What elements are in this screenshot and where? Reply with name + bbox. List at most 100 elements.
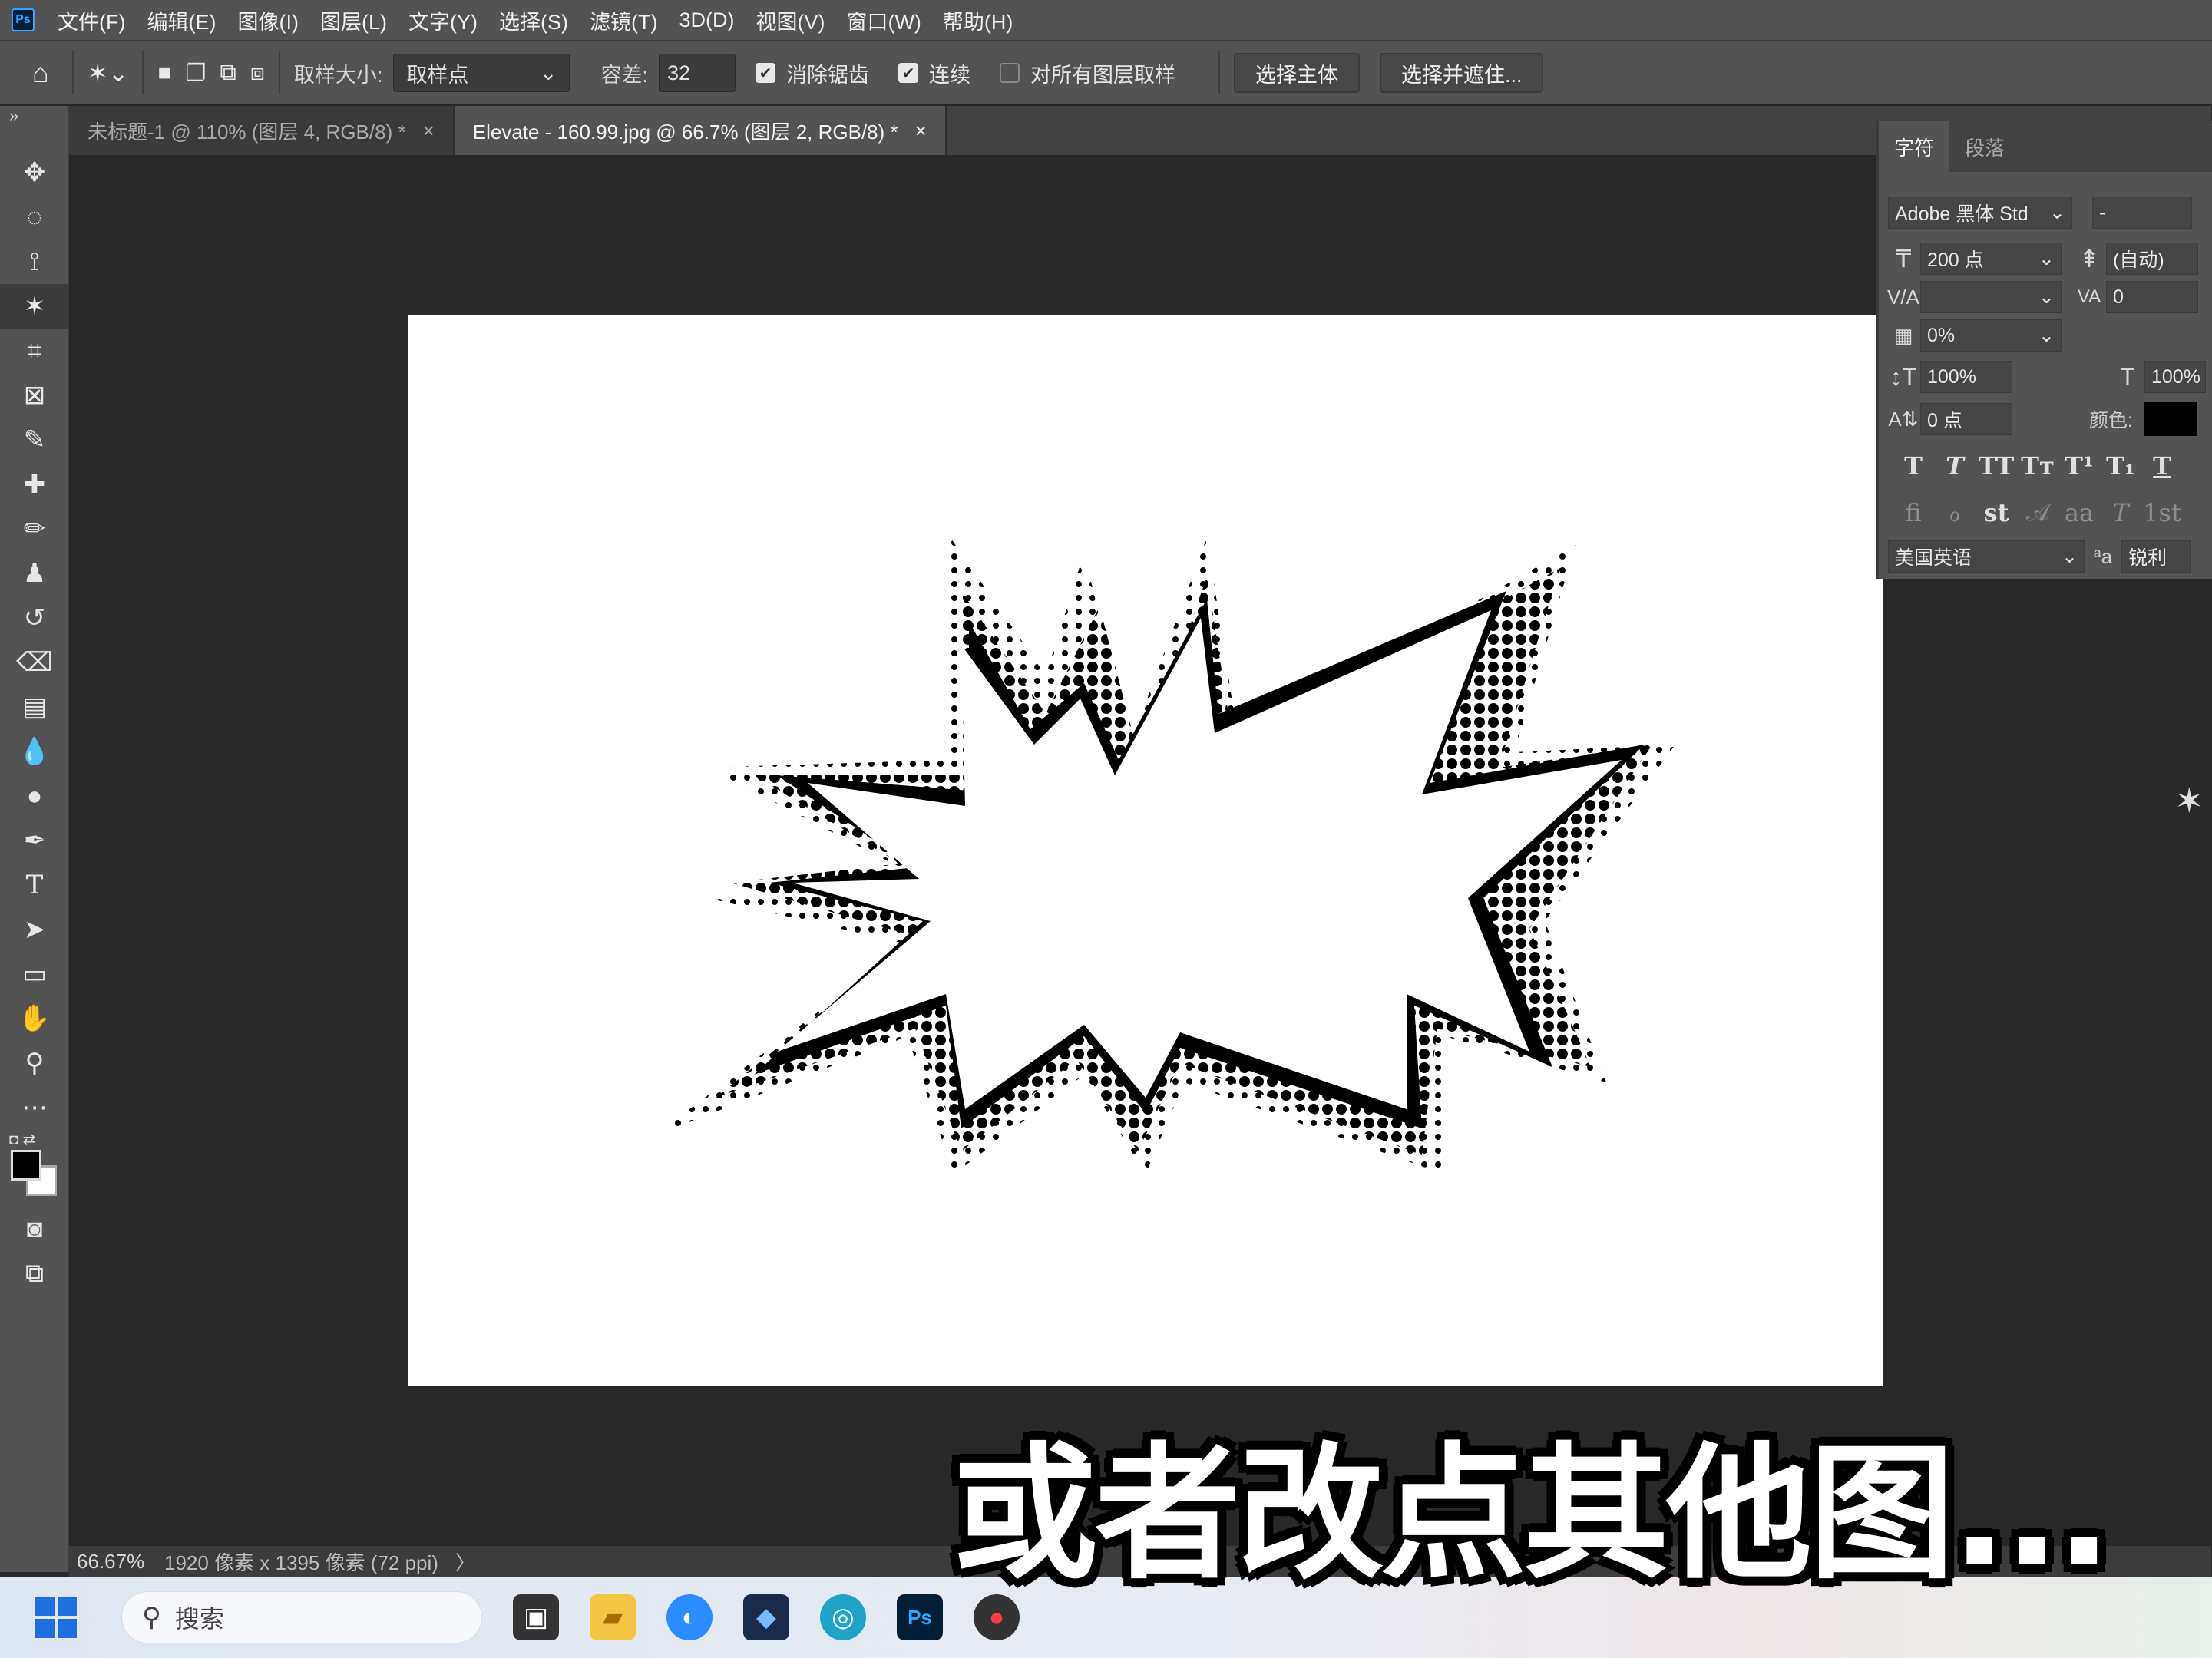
menu-window[interactable]: 窗口(W): [846, 5, 921, 35]
task-view-icon[interactable]: ▣: [513, 1594, 559, 1640]
blur-tool-icon[interactable]: 💧: [0, 729, 69, 774]
crop-tool-icon[interactable]: ⌗: [0, 329, 69, 373]
healing-brush-icon[interactable]: ✚: [0, 462, 69, 507]
anti-alias-checkbox[interactable]: ✔: [755, 63, 775, 83]
tab-character[interactable]: 字符: [1879, 121, 1950, 172]
close-icon[interactable]: ×: [423, 119, 435, 143]
home-icon[interactable]: ⌂: [32, 57, 49, 89]
tracking-select[interactable]: 0: [2106, 281, 2198, 313]
menu-image[interactable]: 图像(I): [237, 5, 298, 35]
old-style-icon[interactable]: ℴ: [1934, 498, 1976, 527]
sample-size-select[interactable]: 取样点 ⌄: [393, 54, 570, 92]
kerning-select[interactable]: ⌄: [1920, 281, 2062, 313]
expand-panel-icon[interactable]: »: [0, 106, 68, 150]
font-size-select[interactable]: 200 点 ⌄: [1920, 243, 2062, 275]
select-and-mask-button[interactable]: 选择并遮住...: [1379, 53, 1544, 93]
underline-icon[interactable]: T: [2141, 451, 2183, 481]
taskbar-search[interactable]: ⚲ 搜索: [121, 1591, 482, 1643]
frame-tool-icon[interactable]: ⊠: [0, 373, 69, 418]
small-caps-icon[interactable]: Tт: [2017, 451, 2058, 481]
menu-edit[interactable]: 编辑(E): [147, 5, 216, 35]
menu-view[interactable]: 视图(V): [756, 5, 825, 35]
windows-start-icon[interactable]: [35, 1597, 77, 1638]
magic-wand-tool-icon[interactable]: ✶: [0, 284, 69, 329]
horizontal-scale-input[interactable]: 100%: [2144, 361, 2206, 393]
faux-italic-icon[interactable]: T: [1934, 451, 1976, 481]
vertical-scale-input[interactable]: 100%: [1920, 361, 2012, 393]
lasso-tool-icon[interactable]: ⟟: [0, 239, 69, 284]
text-color-swatch[interactable]: [2143, 402, 2197, 436]
eraser-tool-icon[interactable]: ⌫: [0, 640, 69, 685]
pen-tool-icon[interactable]: ✒: [0, 818, 69, 863]
menu-filter[interactable]: 滤镜(T): [590, 5, 657, 35]
tsume-select[interactable]: 0% ⌄: [1920, 319, 2062, 352]
leading-select[interactable]: (自动): [2106, 243, 2198, 275]
browser-app-icon[interactable]: ◐: [666, 1594, 713, 1640]
contiguous-checkbox[interactable]: ✔: [898, 63, 918, 83]
tab-elevate[interactable]: Elevate - 160.99.jpg @ 66.7% (图层 2, RGB/…: [454, 106, 947, 155]
tracking-value: 0: [2113, 286, 2124, 308]
anti-alias-select[interactable]: 锐利: [2121, 540, 2191, 573]
intersect-selection-icon[interactable]: ⧈: [250, 60, 265, 86]
tolerance-input[interactable]: 32: [658, 54, 736, 92]
zoom-level[interactable]: 66.67%: [69, 1550, 154, 1574]
file-explorer-icon[interactable]: ▰: [590, 1594, 636, 1640]
ordinals-icon[interactable]: 1st: [2141, 498, 2183, 527]
menu-layer[interactable]: 图层(L): [320, 5, 387, 35]
document-canvas[interactable]: [408, 315, 1883, 1386]
move-tool-icon[interactable]: ✥: [0, 150, 69, 195]
rectangle-tool-icon[interactable]: ▭: [0, 952, 69, 996]
path-selection-icon[interactable]: ➤: [0, 907, 69, 952]
tab-untitled-1[interactable]: 未标题-1 @ 110% (图层 4, RGB/8) * ×: [69, 106, 455, 155]
foreground-color-swatch[interactable]: [11, 1150, 41, 1181]
tab-paragraph[interactable]: 段落: [1949, 121, 2020, 172]
all-layers-checkbox[interactable]: [999, 63, 1020, 83]
faux-bold-icon[interactable]: T: [1893, 451, 1934, 481]
language-value: 美国英语: [1895, 547, 1972, 569]
edge-browser-icon[interactable]: ◎: [820, 1594, 866, 1640]
cat-app-icon[interactable]: ◆: [743, 1594, 789, 1640]
menu-select[interactable]: 选择(S): [499, 5, 568, 35]
elliptical-marquee-icon[interactable]: ◌: [0, 195, 69, 239]
screen-mode-icon[interactable]: ⧉: [0, 1251, 69, 1296]
status-arrow-icon[interactable]: 〉: [455, 1547, 475, 1576]
discretionary-ligatures-icon[interactable]: st: [1976, 498, 2017, 527]
subscript-icon[interactable]: T₁: [2100, 451, 2141, 481]
clone-stamp-icon[interactable]: ♟: [0, 551, 69, 596]
menu-3d[interactable]: 3D(D): [679, 8, 734, 32]
all-caps-icon[interactable]: TT: [1976, 451, 2017, 481]
zoom-tool-icon[interactable]: ⚲: [0, 1041, 69, 1085]
photoshop-taskbar-icon[interactable]: Ps: [897, 1594, 943, 1640]
gradient-tool-icon[interactable]: ▤: [0, 685, 69, 729]
eyedropper-tool-icon[interactable]: ✎: [0, 418, 69, 462]
select-subject-button[interactable]: 选择主体: [1233, 53, 1360, 93]
font-family-select[interactable]: Adobe 黑体 Std ⌄: [1888, 197, 2072, 229]
close-icon[interactable]: ×: [915, 119, 927, 143]
language-select[interactable]: 美国英语 ⌄: [1888, 540, 2085, 573]
tools-panel: » ✥ ◌ ⟟ ✶ ⌗ ⊠ ✎ ✚ ✏ ♟ ↺ ⌫ ▤ 💧 ● ✒ T ➤ ▭ …: [0, 106, 69, 1572]
new-selection-icon[interactable]: ■: [157, 60, 171, 86]
quick-mask-icon[interactable]: ◙: [0, 1207, 69, 1251]
ligatures-icon[interactable]: ﬁ: [1893, 498, 1934, 527]
titling-icon[interactable]: T: [2100, 498, 2141, 527]
dodge-tool-icon[interactable]: ●: [0, 774, 69, 818]
more-tools-icon[interactable]: ⋯: [0, 1085, 69, 1130]
font-style-select[interactable]: -: [2092, 197, 2192, 229]
swap-colors-icon[interactable]: ◘ ⇄: [0, 1130, 68, 1148]
vertical-scale-value: 100%: [1927, 365, 1976, 388]
type-tool-icon[interactable]: T: [0, 863, 69, 907]
superscript-icon[interactable]: T¹: [2058, 451, 2100, 481]
tsume-icon: ▦: [1893, 323, 1913, 347]
magic-wand-preset-icon[interactable]: ✶⌄: [88, 58, 129, 88]
menu-type[interactable]: 文字(Y): [408, 5, 478, 35]
stylistic-alternates-icon[interactable]: aa: [2058, 498, 2100, 527]
hand-tool-icon[interactable]: ✋: [0, 996, 69, 1041]
menu-help[interactable]: 帮助(H): [943, 5, 1013, 35]
subtract-selection-icon[interactable]: ⧉: [220, 60, 236, 86]
menu-file[interactable]: 文件(F): [58, 5, 125, 35]
history-brush-icon[interactable]: ↺: [0, 596, 69, 640]
add-selection-icon[interactable]: ❐: [186, 60, 207, 87]
baseline-shift-input[interactable]: 0 点: [1920, 403, 2012, 435]
brush-tool-icon[interactable]: ✏: [0, 507, 69, 551]
swash-icon[interactable]: 𝒜: [2017, 497, 2058, 527]
